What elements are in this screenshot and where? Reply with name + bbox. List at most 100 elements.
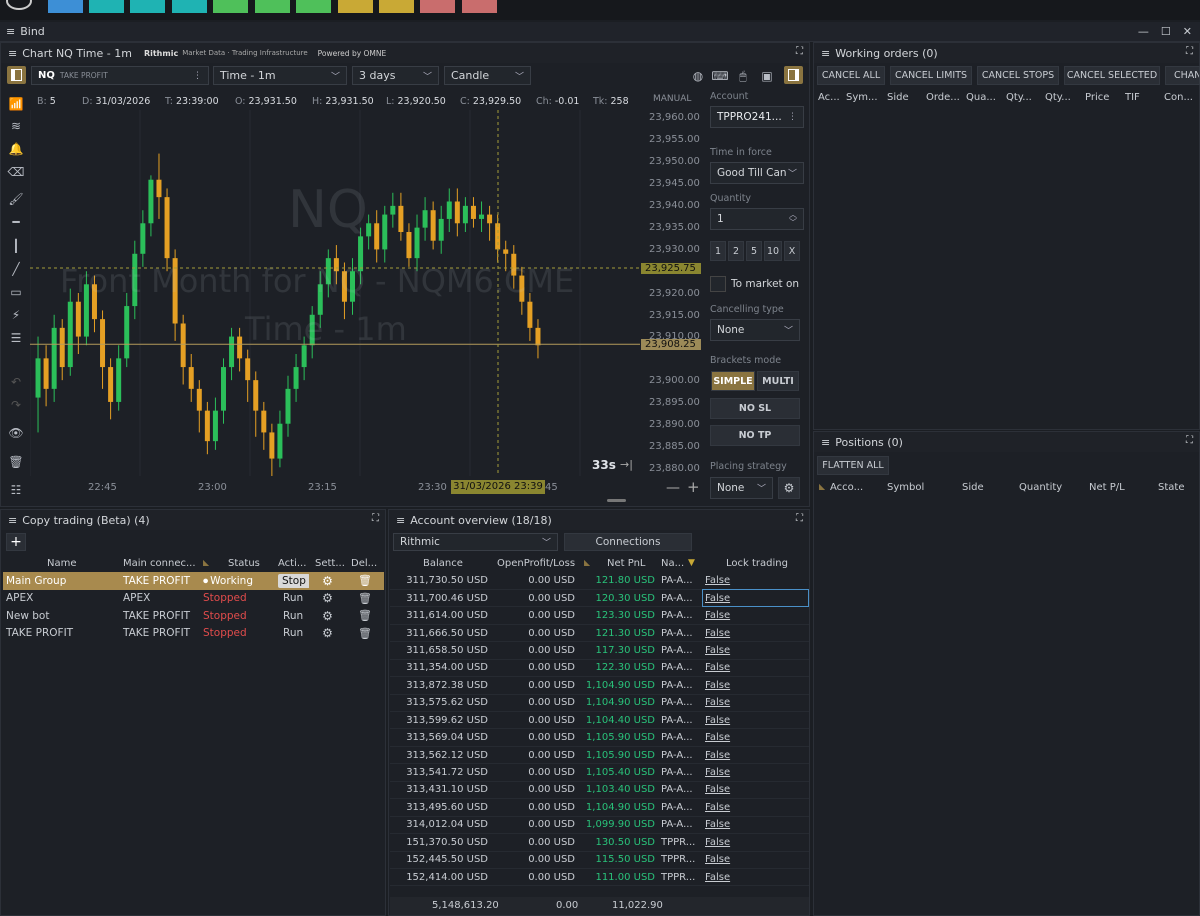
table-row[interactable]: 311,700.46 USD 0.00 USD 120.30 USD PA-A... F… [390,589,809,608]
connections-button[interactable]: Connections [564,533,692,551]
symbol-selector[interactable]: NQ TAKE PROFIT ⋮ [31,66,209,85]
gear-icon[interactable]: ⚙ [309,607,346,625]
working-orders-column[interactable]: Side [887,92,909,103]
mouse-icon[interactable]: 🖱 [733,66,753,86]
lock-trading-cell[interactable]: False [702,589,809,608]
panel-toggle-left[interactable] [7,66,26,84]
eraser-icon[interactable]: ⌫ [6,162,26,182]
table-row[interactable]: 152,414.00 USD 0.00 USD 111.00 USD TPPR... F… [390,868,809,887]
lock-trading-cell[interactable]: False [702,572,809,590]
workspace-tab-3[interactable] [130,0,165,13]
positions-column[interactable]: State [1158,482,1184,493]
expand-icon[interactable]: ⛶ [372,513,379,524]
copy-trading-column[interactable]: Status [228,558,260,569]
workspace-tab-2[interactable] [89,0,124,13]
qty-preset-10[interactable]: 10 [764,241,782,261]
menu-icon[interactable]: ≡ [821,436,830,449]
run-button[interactable]: Run [278,626,308,640]
flatten-all-button[interactable]: FLATTEN ALL [817,456,889,475]
working-orders-column[interactable]: Qty... [1045,92,1071,103]
list-icon[interactable]: ☷ [6,480,26,500]
quantity-stepper[interactable]: 1 ︿ ﹀ [710,208,804,230]
account-overview-column[interactable]: Net PnL [607,558,646,569]
table-row[interactable]: 313,495.60 USD 0.00 USD 1,104.90 USD PA-A..… [390,798,809,817]
positions-column[interactable]: Quantity [1019,482,1062,493]
account-overview-column[interactable]: Balance [423,558,463,569]
lock-trading-cell[interactable]: False [702,798,809,817]
chart-resize-handle[interactable] [607,499,626,502]
more-vertical-icon[interactable]: ⋮ [193,71,202,81]
app-logo-icon[interactable] [6,0,32,10]
copy-trading-column[interactable]: Main connec... [123,558,196,569]
tif-select[interactable]: Good Till Can ﹀ [710,162,804,184]
panel-toggle-right[interactable] [784,66,803,84]
lock-trading-link[interactable]: False [705,610,730,621]
maximize-icon[interactable]: ☐ [1161,25,1171,38]
copy-trading-row[interactable]: TAKE PROFIT TAKE PROFIT Stopped Run ⚙ 🗑 [3,625,384,643]
cancelling-type-select[interactable]: None ﹀ [710,319,800,341]
brush-icon[interactable]: 🖌 [6,189,26,209]
lock-trading-link[interactable]: False [705,575,730,586]
table-row[interactable]: 311,730.50 USD 0.00 USD 121.80 USD PA-A... F… [390,572,809,590]
layers-icon[interactable]: ≋ [6,116,26,136]
change-button[interactable]: CHAN [1165,66,1200,85]
vertical-line-icon[interactable]: ┃ [6,236,26,256]
lock-trading-link[interactable]: False [705,645,730,656]
zoom-out-icon[interactable]: — [666,480,680,496]
range-select[interactable]: 3 days ﹀ [352,66,439,85]
no-sl-button[interactable]: NO SL [710,398,800,419]
trading-icon[interactable]: ▣ [757,66,777,86]
minimize-icon[interactable]: — [1138,25,1149,38]
trash-icon[interactable]: 🗑 [6,452,26,472]
lock-trading-cell[interactable]: False [702,606,809,625]
expand-icon[interactable]: ⛶ [1186,46,1193,57]
lock-trading-link[interactable]: False [705,628,730,639]
text-note-icon[interactable]: ☰ [6,328,26,348]
menu-icon[interactable]: ≡ [6,25,15,38]
expand-icon[interactable]: ⛶ [796,46,803,57]
copy-trading-column[interactable]: Acti... [278,558,306,569]
lock-trading-cell[interactable]: False [702,763,809,782]
dom-icon[interactable]: ◍ [688,66,708,86]
indicators-icon[interactable]: 📶 [6,94,26,114]
cancel-selected-button[interactable]: CANCEL SELECTED [1064,66,1160,85]
copy-trading-row[interactable]: APEX APEX Stopped Run ⚙ 🗑 [3,590,384,608]
table-row[interactable]: 152,445.50 USD 0.00 USD 115.50 USD TPPR... F… [390,851,809,869]
close-icon[interactable]: ✕ [1183,25,1192,38]
table-row[interactable]: 313,431.10 USD 0.00 USD 1,103.40 USD PA-A..… [390,781,809,800]
trash-icon[interactable]: 🗑 [346,572,384,590]
table-row[interactable]: 313,569.04 USD 0.00 USD 1,105.90 USD PA-A..… [390,728,809,747]
trash-icon[interactable]: 🗑 [346,607,384,625]
to-market-checkbox[interactable] [710,276,726,292]
table-row[interactable]: 313,541.72 USD 0.00 USD 1,105.40 USD PA-A..… [390,763,809,782]
gear-icon[interactable]: ⚙ [309,572,346,590]
lock-trading-cell[interactable]: False [702,868,809,887]
lock-trading-link[interactable]: False [705,593,730,604]
working-orders-column[interactable]: Qua... [966,92,996,103]
gear-icon[interactable]: ⚙ [309,590,346,608]
lock-trading-link[interactable]: False [705,872,730,883]
lock-trading-link[interactable]: False [705,837,730,848]
cancel-all-button[interactable]: CANCEL ALL [817,66,885,85]
workspace-tab-9[interactable] [379,0,414,13]
copy-trading-column[interactable]: Del... [351,558,377,569]
strategy-settings-button[interactable]: ⚙ [778,477,800,499]
working-orders-column[interactable]: Qty... [1006,92,1032,103]
filter-icon[interactable]: ▼ [688,558,695,568]
workspace-tab-5[interactable] [213,0,248,13]
keyboard-icon[interactable]: ⌨ [710,66,730,86]
lock-trading-cell[interactable]: False [702,694,809,713]
lock-trading-cell[interactable]: False [702,781,809,800]
lock-trading-cell[interactable]: False [702,676,809,695]
menu-icon[interactable]: ≡ [8,514,17,527]
workspace-tab-1[interactable] [48,0,83,13]
working-orders-column[interactable]: Price [1085,92,1109,103]
workspace-tab-8[interactable] [338,0,373,13]
zoom-in-icon[interactable]: + [687,478,700,496]
table-row[interactable]: 314,012.04 USD 0.00 USD 1,099.90 USD PA-A..… [390,816,809,835]
table-row[interactable]: 311,354.00 USD 0.00 USD 122.30 USD PA-A... F… [390,659,809,678]
account-overview-column[interactable]: OpenProfit/Loss [497,558,575,569]
visibility-eye-icon[interactable]: 👁 [6,423,26,443]
positions-column[interactable]: Symbol [887,482,924,493]
workspace-tab-7[interactable] [296,0,331,13]
